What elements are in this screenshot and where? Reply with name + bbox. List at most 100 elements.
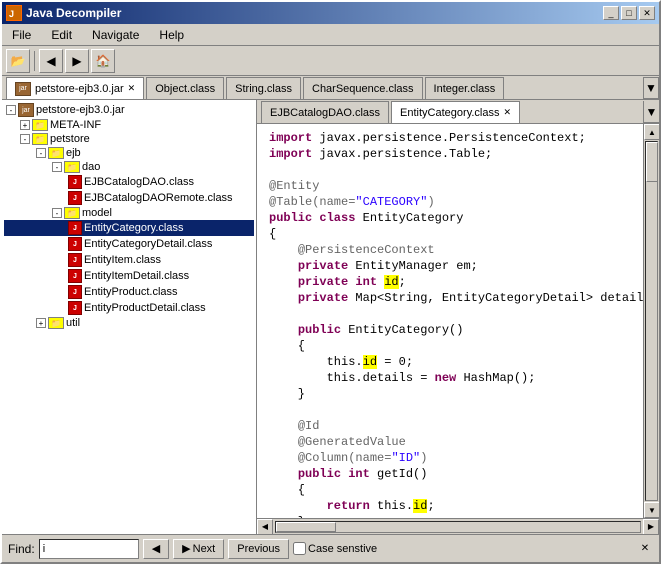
case-sensitive-checkbox-label[interactable]: Case senstive [293, 542, 377, 555]
tree-dao[interactable]: - 📁 dao [4, 160, 254, 174]
scroll-left-arrow[interactable]: ◀ [257, 519, 273, 535]
tab-integer[interactable]: Integer.class [425, 77, 505, 99]
tree-root-label: petstore-ejb3.0.jar [36, 104, 125, 116]
code-content: import javax.persistence.PersistenceCont… [257, 128, 643, 518]
scroll-up-arrow[interactable]: ▲ [644, 124, 659, 140]
tree-entitycategorydetail-label: EntityCategoryDetail.class [84, 238, 212, 250]
code-scrollbar-horizontal[interactable]: ◀ ▶ [257, 518, 659, 534]
toolbar-sep-1 [34, 51, 35, 71]
code-line-8: @PersistenceContext [265, 242, 643, 258]
tab-object[interactable]: Object.class [146, 77, 224, 99]
tree-ejbcatalogdaoremote[interactable]: J EJBCatalogDAORemote.class [4, 190, 254, 206]
tab-jar[interactable]: jar petstore-ejb3.0.jar ✕ [6, 77, 144, 99]
tree-petstore[interactable]: - 📁 petstore [4, 132, 254, 146]
expand-root[interactable]: - [6, 105, 16, 115]
tab-string[interactable]: String.class [226, 77, 301, 99]
menu-bar: File Edit Navigate Help [2, 24, 659, 46]
tree-entityitemdetail[interactable]: J EntityItemDetail.class [4, 268, 254, 284]
java-entitycategory-icon: J [68, 221, 82, 235]
tree-entitycategory-label: EntityCategory.class [84, 222, 183, 234]
find-close-button[interactable]: ✕ [637, 541, 653, 557]
menu-navigate[interactable]: Navigate [86, 26, 145, 44]
tree-entityproduct[interactable]: J EntityProduct.class [4, 284, 254, 300]
tree-entityitem[interactable]: J EntityItem.class [4, 252, 254, 268]
code-tabs-dropdown[interactable]: ▼ [643, 101, 659, 123]
code-line-21: @Column(name="ID") [265, 450, 643, 466]
tree-entitycategory[interactable]: J EntityCategory.class [4, 220, 254, 236]
minimize-button[interactable]: _ [603, 6, 619, 20]
code-line-25: } [265, 514, 643, 518]
code-line-9: private EntityManager em; [265, 258, 643, 274]
code-tab-entitycategory-close[interactable]: ✕ [504, 107, 512, 118]
expand-dao[interactable]: - [52, 162, 62, 172]
tab-jar-close[interactable]: ✕ [128, 83, 136, 94]
code-line-5: @Table(name="CATEGORY") [265, 194, 643, 210]
find-prev-button[interactable]: Previous [228, 539, 289, 559]
java-entityitemdetail-icon: J [68, 269, 82, 283]
tree-meta-inf[interactable]: + 📁 META-INF [4, 118, 254, 132]
code-scrollbar-vertical[interactable]: ▲ ▼ [643, 124, 659, 518]
code-line-14: { [265, 338, 643, 354]
maximize-button[interactable]: □ [621, 6, 637, 20]
jar-icon: jar [15, 82, 31, 96]
find-prev-label: Previous [237, 543, 280, 555]
menu-help[interactable]: Help [153, 26, 190, 44]
scroll-track[interactable] [645, 141, 658, 501]
code-line-7: { [265, 226, 643, 242]
main-content: - jar petstore-ejb3.0.jar + 📁 META-INF -… [2, 100, 659, 534]
expand-model[interactable]: - [52, 208, 62, 218]
find-next-button[interactable]: ▶ Next [173, 539, 224, 559]
code-line-19: @Id [265, 418, 643, 434]
scroll-h-track[interactable] [275, 521, 641, 533]
expand-util[interactable]: + [36, 318, 46, 328]
tree-ejbcatalogdao[interactable]: J EJBCatalogDAO.class [4, 174, 254, 190]
app-icon: J [6, 5, 22, 21]
tree-entitycategorydetail[interactable]: J EntityCategoryDetail.class [4, 236, 254, 252]
case-sensitive-checkbox[interactable] [293, 542, 306, 555]
tree-ejb[interactable]: - 📁 ejb [4, 146, 254, 160]
close-button[interactable]: ✕ [639, 6, 655, 20]
menu-file[interactable]: File [6, 26, 37, 44]
code-line-2: import javax.persistence.Table; [265, 146, 643, 162]
tabs-dropdown[interactable]: ▼ [643, 77, 659, 99]
find-input[interactable] [39, 539, 139, 559]
expand-petstore[interactable]: - [20, 134, 30, 144]
tree-util[interactable]: + 📁 util [4, 316, 254, 330]
code-line-18 [265, 402, 643, 418]
tree-entityproductdetail[interactable]: J EntityProductDetail.class [4, 300, 254, 316]
tree-entityproductdetail-label: EntityProductDetail.class [84, 302, 206, 314]
expand-ejb[interactable]: - [36, 148, 46, 158]
code-line-20: @GeneratedValue [265, 434, 643, 450]
main-window: J Java Decompiler _ □ ✕ File Edit Naviga… [0, 0, 661, 564]
toolbar-home[interactable]: 🏠 [91, 49, 115, 73]
code-line-6: public class EntityCategory [265, 210, 643, 226]
menu-edit[interactable]: Edit [45, 26, 78, 44]
toolbar-open[interactable]: 📂 [6, 49, 30, 73]
java-entitycategorydetail-icon: J [68, 237, 82, 251]
code-tab-entitycategory-label: EntityCategory.class [400, 107, 499, 119]
tree-entityitemdetail-label: EntityItemDetail.class [84, 270, 189, 282]
code-editor[interactable]: import javax.persistence.PersistenceCont… [257, 124, 643, 518]
scroll-down-arrow[interactable]: ▼ [644, 502, 659, 518]
tab-jar-label: petstore-ejb3.0.jar [35, 83, 124, 95]
title-bar-left: J Java Decompiler [6, 5, 121, 21]
toolbar-back[interactable]: ◀ [39, 49, 63, 73]
title-bar: J Java Decompiler _ □ ✕ [2, 2, 659, 24]
code-panel: EJBCatalogDAO.class EntityCategory.class… [257, 100, 659, 534]
code-tab-entitycategory[interactable]: EntityCategory.class ✕ [391, 101, 520, 123]
toolbar-forward[interactable]: ▶ [65, 49, 89, 73]
expand-meta-inf[interactable]: + [20, 120, 30, 130]
scroll-h-thumb[interactable] [276, 522, 336, 532]
code-area-container: import javax.persistence.PersistenceCont… [257, 124, 659, 518]
tree-model[interactable]: - 📁 model [4, 206, 254, 220]
code-tabs-bar: EJBCatalogDAO.class EntityCategory.class… [257, 100, 659, 124]
scroll-thumb[interactable] [646, 142, 658, 182]
code-line-12 [265, 306, 643, 322]
tab-charsequence[interactable]: CharSequence.class [303, 77, 423, 99]
java-entityproductdetail-icon: J [68, 301, 82, 315]
scroll-right-arrow[interactable]: ▶ [643, 519, 659, 535]
code-tab-ejbcatalogdao[interactable]: EJBCatalogDAO.class [261, 101, 389, 123]
tree-root[interactable]: - jar petstore-ejb3.0.jar [4, 102, 254, 118]
code-line-24: return this.id; [265, 498, 643, 514]
find-prev-icon-btn[interactable]: ◀ [143, 539, 169, 559]
